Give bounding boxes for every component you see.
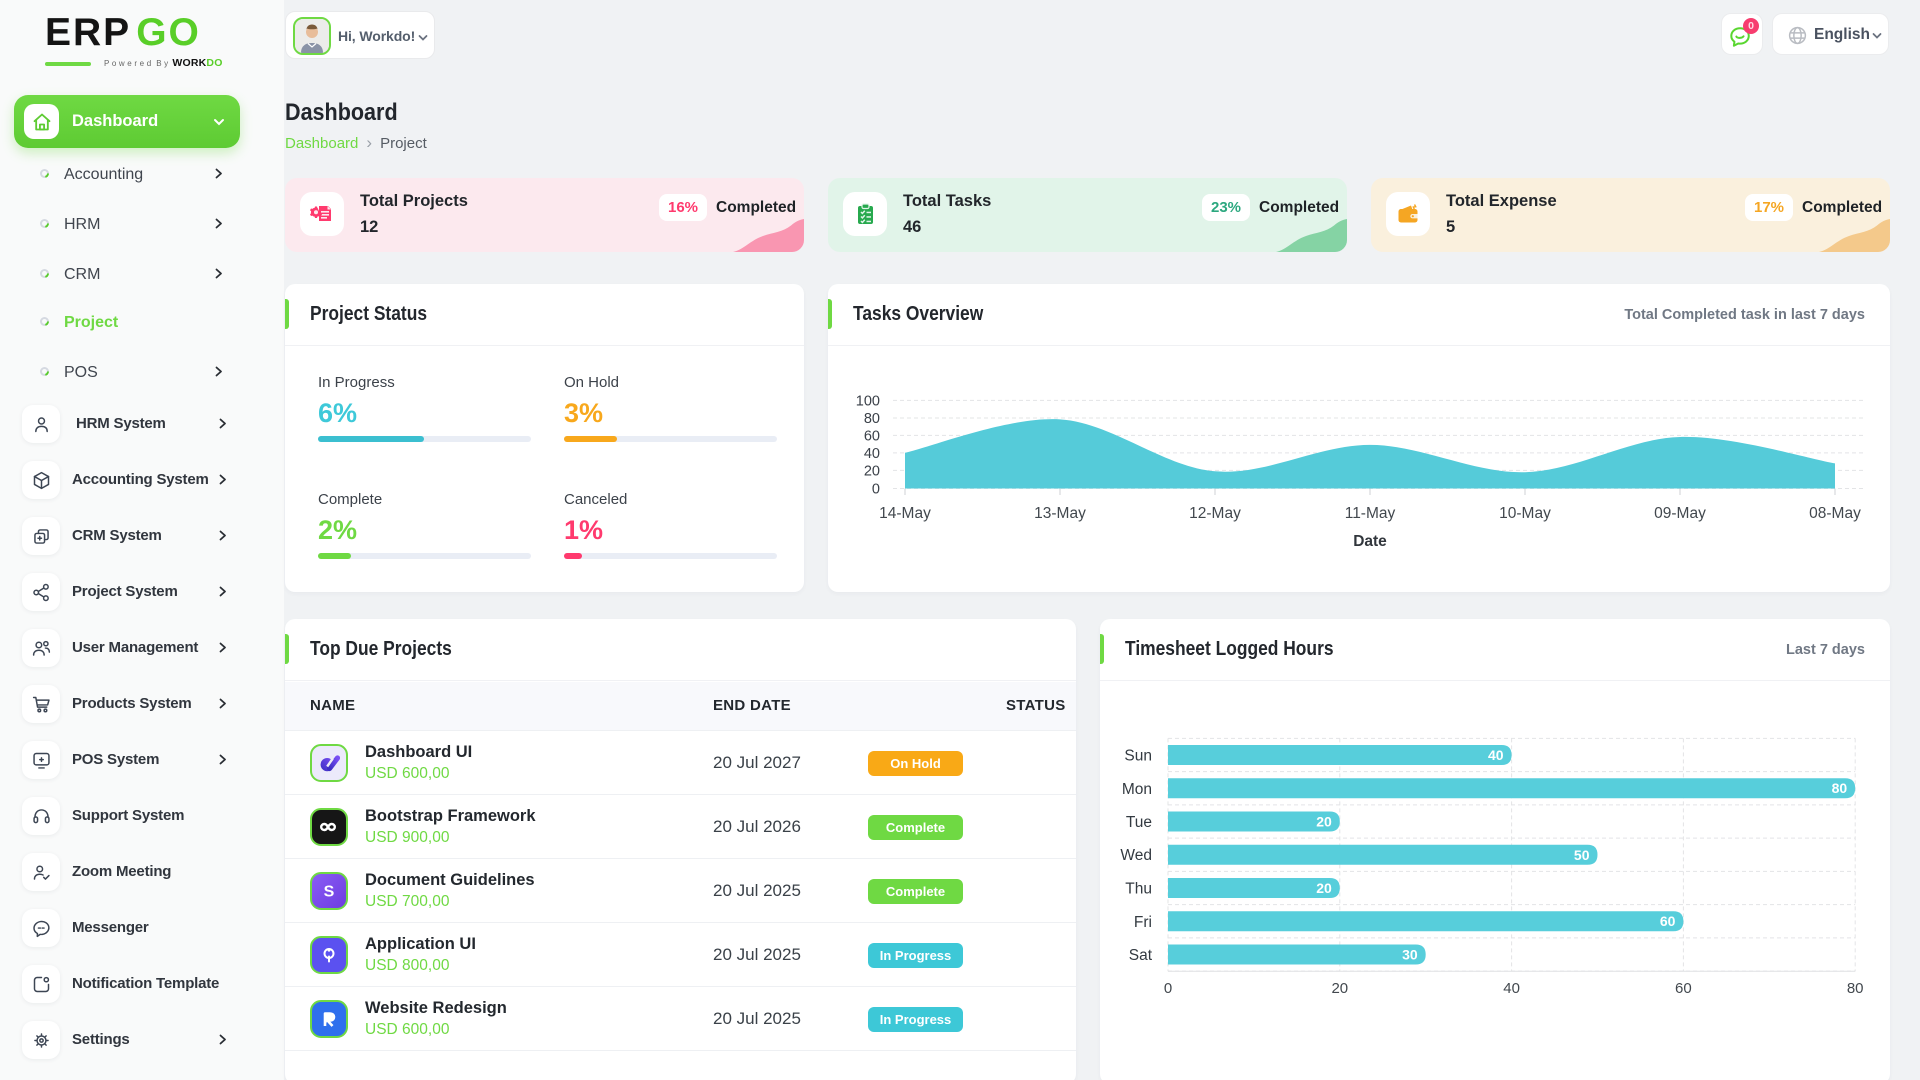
svg-text:60: 60 [1660,913,1676,929]
svg-text:Thu: Thu [1125,881,1152,898]
svg-text:0: 0 [872,482,880,498]
svg-text:20: 20 [1316,814,1332,830]
svg-text:30: 30 [1402,947,1418,963]
svg-text:Sat: Sat [1129,947,1153,964]
svg-text:40: 40 [864,446,880,462]
svg-text:08-May: 08-May [1809,505,1861,522]
svg-text:100: 100 [856,393,880,409]
svg-text:Sun: Sun [1124,748,1152,765]
svg-text:80: 80 [1847,980,1864,997]
svg-text:20: 20 [1316,880,1332,896]
svg-text:Tue: Tue [1126,814,1152,831]
svg-text:20: 20 [864,463,880,479]
svg-text:60: 60 [864,428,880,444]
svg-text:Fri: Fri [1134,914,1152,931]
svg-text:14-May: 14-May [879,505,931,522]
svg-text:50: 50 [1574,847,1590,863]
svg-text:11-May: 11-May [1345,505,1396,522]
svg-text:20: 20 [1331,980,1348,997]
svg-text:60: 60 [1675,980,1692,997]
svg-text:0: 0 [1164,980,1172,997]
svg-text:09-May: 09-May [1654,505,1706,522]
svg-text:Wed: Wed [1120,847,1152,864]
svg-text:40: 40 [1503,980,1520,997]
svg-text:80: 80 [1832,780,1848,796]
svg-text:Date: Date [1353,533,1387,550]
svg-text:10-May: 10-May [1499,505,1551,522]
svg-text:13-May: 13-May [1034,505,1086,522]
svg-text:40: 40 [1488,747,1504,763]
svg-text:S: S [324,884,335,901]
svg-text:80: 80 [864,411,880,427]
svg-text:12-May: 12-May [1189,505,1241,522]
svg-text:Mon: Mon [1122,781,1152,798]
